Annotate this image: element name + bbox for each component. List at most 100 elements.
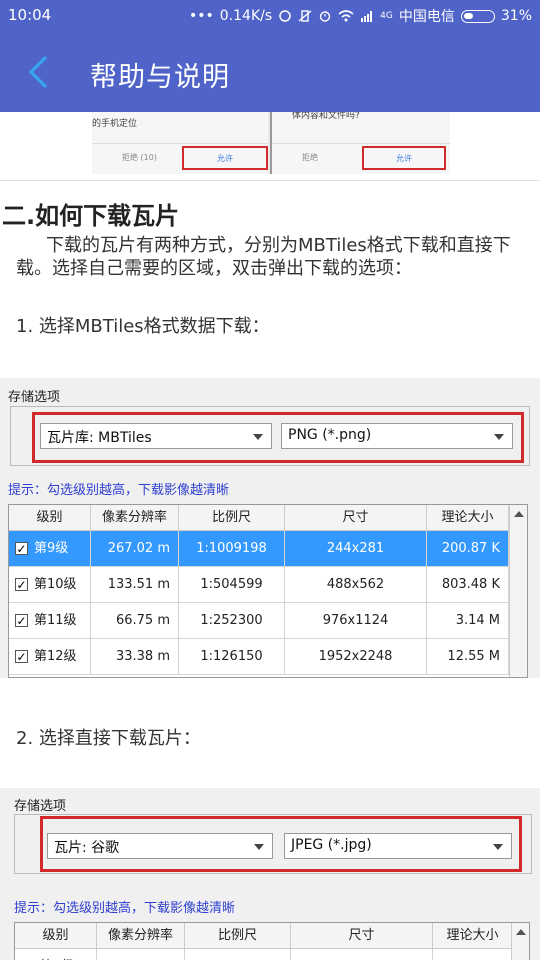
cell-size: 244x281: [285, 531, 427, 567]
section-heading: 二.如何下载瓦片: [2, 202, 180, 230]
cell-theory: 7.18 K: [433, 949, 513, 960]
cell-theory: 200.87 K: [427, 531, 509, 567]
level-label: 第12级: [34, 649, 77, 664]
cell-theory: 12.55 M: [427, 639, 509, 675]
scroll-up-icon[interactable]: [514, 511, 524, 517]
level-checkbox[interactable]: ✓: [15, 578, 28, 591]
hint-text: 提示：勾选级别越高，下载影像越清晰: [14, 901, 236, 916]
table-row[interactable]: ✓ 第9级 267.02 m 1:1009198 244x281 200.87 K: [9, 531, 509, 567]
battery-level: 31%: [500, 8, 532, 24]
carrier-name: 中国电信: [398, 9, 455, 25]
cell-theory: 803.48 K: [427, 567, 509, 603]
storage-options-panel-mbtiles: 存储选项 瓦片库: MBTiles PNG (*.png) 提示：勾选级别越高，…: [0, 378, 540, 678]
cell-size: 50x49: [291, 949, 433, 960]
scroll-up-icon[interactable]: [516, 929, 526, 935]
level-label: 第9级: [34, 541, 69, 556]
cell-level: ✓ 第9级: [9, 531, 91, 567]
select-value: 瓦片库: MBTiles: [47, 430, 152, 446]
cell-level: ✓第6级: [15, 949, 97, 960]
select-value: PNG (*.png): [288, 427, 372, 443]
network-type: 4G: [380, 11, 393, 21]
table-row[interactable]: ✓ 第12级 33.38 m 1:126150 1952x2248 12.55 M: [9, 639, 509, 675]
cell-level: ✓ 第10级: [9, 567, 91, 603]
dropdown-arrow-icon: [494, 434, 504, 440]
cell-res: 66.75 m: [91, 603, 179, 639]
cell-scale: 1:1009198: [179, 531, 285, 567]
allow-button: 允许: [362, 146, 446, 170]
panel-title: 存储选项: [8, 390, 61, 405]
col-level[interactable]: 级别: [15, 923, 97, 949]
level-table[interactable]: 级别 像素分辨率 比例尺 尺寸 理论大小 ✓ 第9级 267.02 m 1:10091…: [8, 504, 528, 678]
signal-icon: [361, 11, 373, 22]
dialog-right: 体内容和文件吗? 拒绝 允许: [270, 112, 450, 174]
app-bar: 帮助与说明: [0, 30, 540, 112]
select-value: JPEG (*.jpg): [291, 837, 372, 853]
col-size[interactable]: 尺寸: [291, 923, 433, 949]
help-content[interactable]: 的手机定位 拒绝 (10) 允许 体内容和文件吗? 拒绝 允许 二.如何下载瓦片…: [0, 112, 540, 960]
col-scale[interactable]: 比例尺: [185, 923, 291, 949]
cell-scale: 1:504599: [179, 567, 285, 603]
cell-scale: 1:126150: [179, 639, 285, 675]
alarm-icon: [319, 11, 331, 22]
table-header: 级别 像素分辨率 比例尺 尺寸 理论大小: [15, 923, 513, 949]
cell-scale: 1:8075795: [185, 949, 291, 960]
cell-res: 267.02 m: [91, 531, 179, 567]
table-row[interactable]: ✓ 第11级 66.75 m 1:252300 976x1124 3.14 M: [9, 603, 509, 639]
divider: [0, 180, 540, 181]
hint-text: 提示：勾选级别越高，下载影像越清晰: [8, 483, 230, 498]
status-time: 10:04: [8, 6, 52, 24]
table-header: 级别 像素分辨率 比例尺 尺寸 理论大小: [9, 505, 509, 531]
select-value: 瓦片: 谷歌: [54, 840, 120, 856]
more-dots-icon: •••: [189, 8, 214, 24]
page-title: 帮助与说明: [90, 62, 230, 93]
step-2-text: 2. 选择直接下载瓦片：: [16, 728, 201, 749]
cell-res: 2 Km: [97, 949, 185, 960]
cell-res: 33.38 m: [91, 639, 179, 675]
image-format-select[interactable]: JPEG (*.jpg): [284, 833, 512, 859]
dialog-right-buttons: 拒绝 允许: [272, 143, 450, 174]
level-table[interactable]: 级别 像素分辨率 比例尺 尺寸 理论大小 ✓第6级2 Km1:807579550…: [14, 922, 530, 960]
level-label: 第11级: [34, 613, 77, 628]
col-resolution[interactable]: 像素分辨率: [91, 505, 179, 531]
cell-scale: 1:252300: [179, 603, 285, 639]
dropdown-arrow-icon: [493, 844, 503, 850]
paragraph-text: 下载的瓦片有两种方式，分别为MBTiles格式下载和直接下载。选择自己需要的区域…: [16, 235, 511, 279]
scrollbar[interactable]: [511, 923, 529, 960]
status-icons: ••• 0.14K/s 4G 中国电信 31%: [189, 6, 532, 26]
col-theory-size[interactable]: 理论大小: [427, 505, 509, 531]
cell-res: 133.51 m: [91, 567, 179, 603]
section-paragraph: 下载的瓦片有两种方式，分别为MBTiles格式下载和直接下载。选择自己需要的区域…: [16, 234, 526, 280]
step-1-text: 1. 选择MBTiles格式数据下载：: [16, 316, 270, 337]
scrollbar[interactable]: [509, 505, 527, 677]
col-scale[interactable]: 比例尺: [179, 505, 285, 531]
level-checkbox[interactable]: ✓: [15, 614, 28, 627]
tile-source-select[interactable]: 瓦片: 谷歌: [47, 833, 273, 859]
network-speed: 0.14K/s: [219, 8, 273, 24]
storage-options-panel-direct: 存储选项 瓦片: 谷歌 JPEG (*.jpg) 提示：勾选级别越高，下载影像越…: [0, 788, 540, 960]
level-checkbox[interactable]: ✓: [15, 650, 28, 663]
level-checkbox[interactable]: ✓: [15, 542, 28, 555]
sync-icon: [279, 10, 291, 22]
table-row[interactable]: ✓第6级2 Km1:807579550x497.18 K: [15, 949, 513, 960]
dropdown-arrow-icon: [253, 434, 263, 440]
cell-level: ✓ 第12级: [9, 639, 91, 675]
dialog-left-text: 的手机定位: [92, 119, 138, 129]
chevron-left-icon[interactable]: [22, 54, 58, 90]
tile-store-select[interactable]: 瓦片库: MBTiles: [40, 423, 272, 449]
table-row[interactable]: ✓ 第10级 133.51 m 1:504599 488x562 803.48 K: [9, 567, 509, 603]
dialog-right-text: 体内容和文件吗?: [292, 112, 360, 121]
col-size[interactable]: 尺寸: [285, 505, 427, 531]
dropdown-arrow-icon: [254, 844, 264, 850]
cell-size: 976x1124: [285, 603, 427, 639]
dialog-left-buttons: 拒绝 (10) 允许: [92, 143, 268, 174]
wifi-icon: [338, 10, 354, 22]
cell-size: 1952x2248: [285, 639, 427, 675]
image-format-select[interactable]: PNG (*.png): [281, 423, 513, 449]
dialog-left: 的手机定位 拒绝 (10) 允许: [92, 112, 268, 174]
cell-theory: 3.14 M: [427, 603, 509, 639]
cell-level: ✓ 第11级: [9, 603, 91, 639]
deny-button: 拒绝 (10): [122, 153, 157, 162]
col-resolution[interactable]: 像素分辨率: [97, 923, 185, 949]
col-level[interactable]: 级别: [9, 505, 91, 531]
col-theory-size[interactable]: 理论大小: [433, 923, 513, 949]
